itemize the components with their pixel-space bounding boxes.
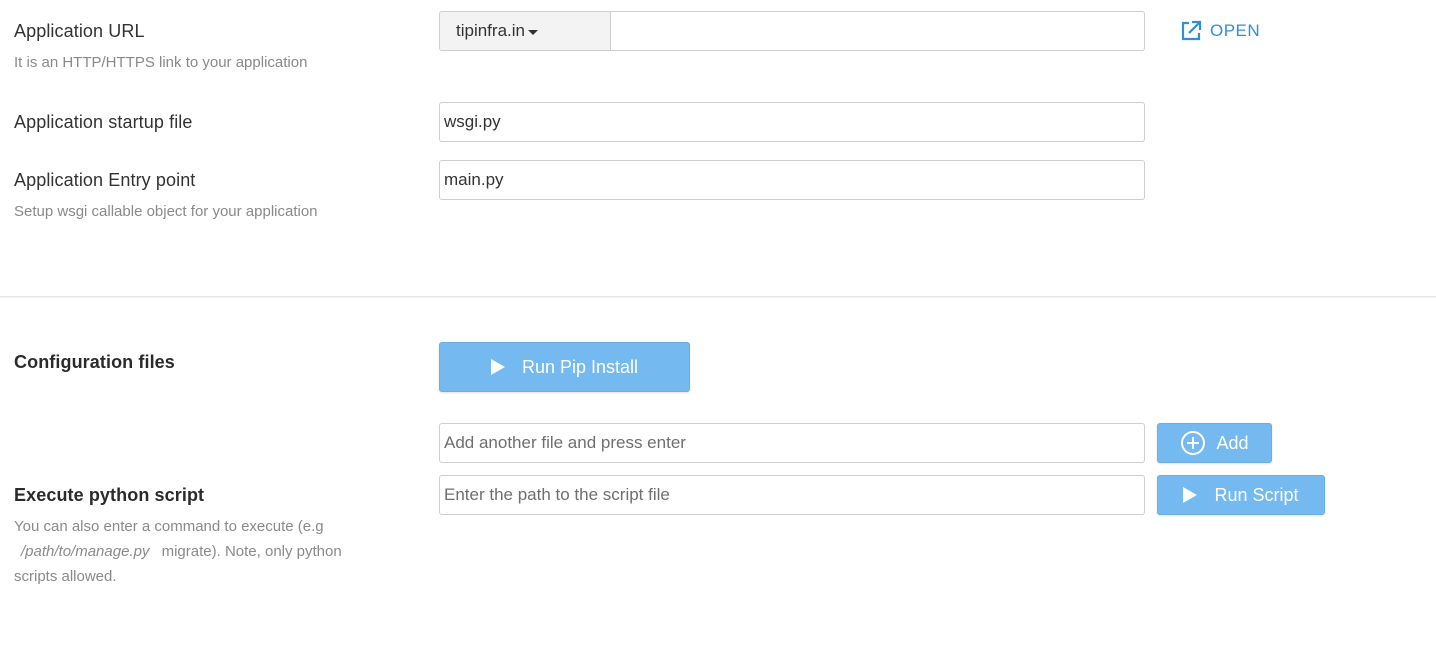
open-url-button[interactable]: OPEN [1180, 18, 1260, 44]
plus-circle-icon [1181, 431, 1206, 455]
entry-point-input[interactable] [439, 160, 1145, 200]
python-script-hint-path: /path/to/manage.py [21, 543, 150, 560]
run-script-label: Run Script [1214, 484, 1299, 505]
app-url-hint: It is an HTTP/HTTPS link to your applica… [14, 54, 308, 71]
startup-file-label: Application startup file [14, 112, 193, 132]
add-file-label: Add [1216, 432, 1249, 453]
startup-file-input[interactable] [439, 102, 1145, 142]
run-pip-install-button[interactable]: Run Pip Install [439, 342, 690, 392]
section-divider [0, 296, 1436, 297]
python-script-label: Execute python script [14, 485, 205, 505]
caret-down-icon [527, 29, 538, 35]
app-url-input[interactable] [610, 11, 1145, 51]
entry-point-label: Application Entry point [14, 170, 196, 190]
domain-select[interactable]: tipinfra.in [439, 11, 611, 51]
add-file-button[interactable]: Add [1157, 423, 1272, 463]
play-icon [490, 359, 505, 375]
external-link-icon [1181, 20, 1202, 41]
add-config-file-input[interactable] [439, 423, 1145, 463]
open-label: OPEN [1210, 21, 1261, 40]
python-script-hint: You can also enter a command to execute … [14, 514, 374, 589]
script-path-input[interactable] [439, 475, 1145, 515]
entry-point-hint: Setup wsgi callable object for your appl… [14, 203, 318, 220]
python-script-hint-part1: You can also enter a command to execute … [14, 518, 324, 535]
play-icon [1183, 487, 1198, 503]
domain-select-value: tipinfra.in [456, 21, 525, 40]
run-pip-install-label: Run Pip Install [521, 356, 639, 377]
app-url-label: Application URL [14, 21, 145, 41]
config-files-label: Configuration files [14, 352, 175, 372]
run-script-button[interactable]: Run Script [1157, 475, 1325, 515]
